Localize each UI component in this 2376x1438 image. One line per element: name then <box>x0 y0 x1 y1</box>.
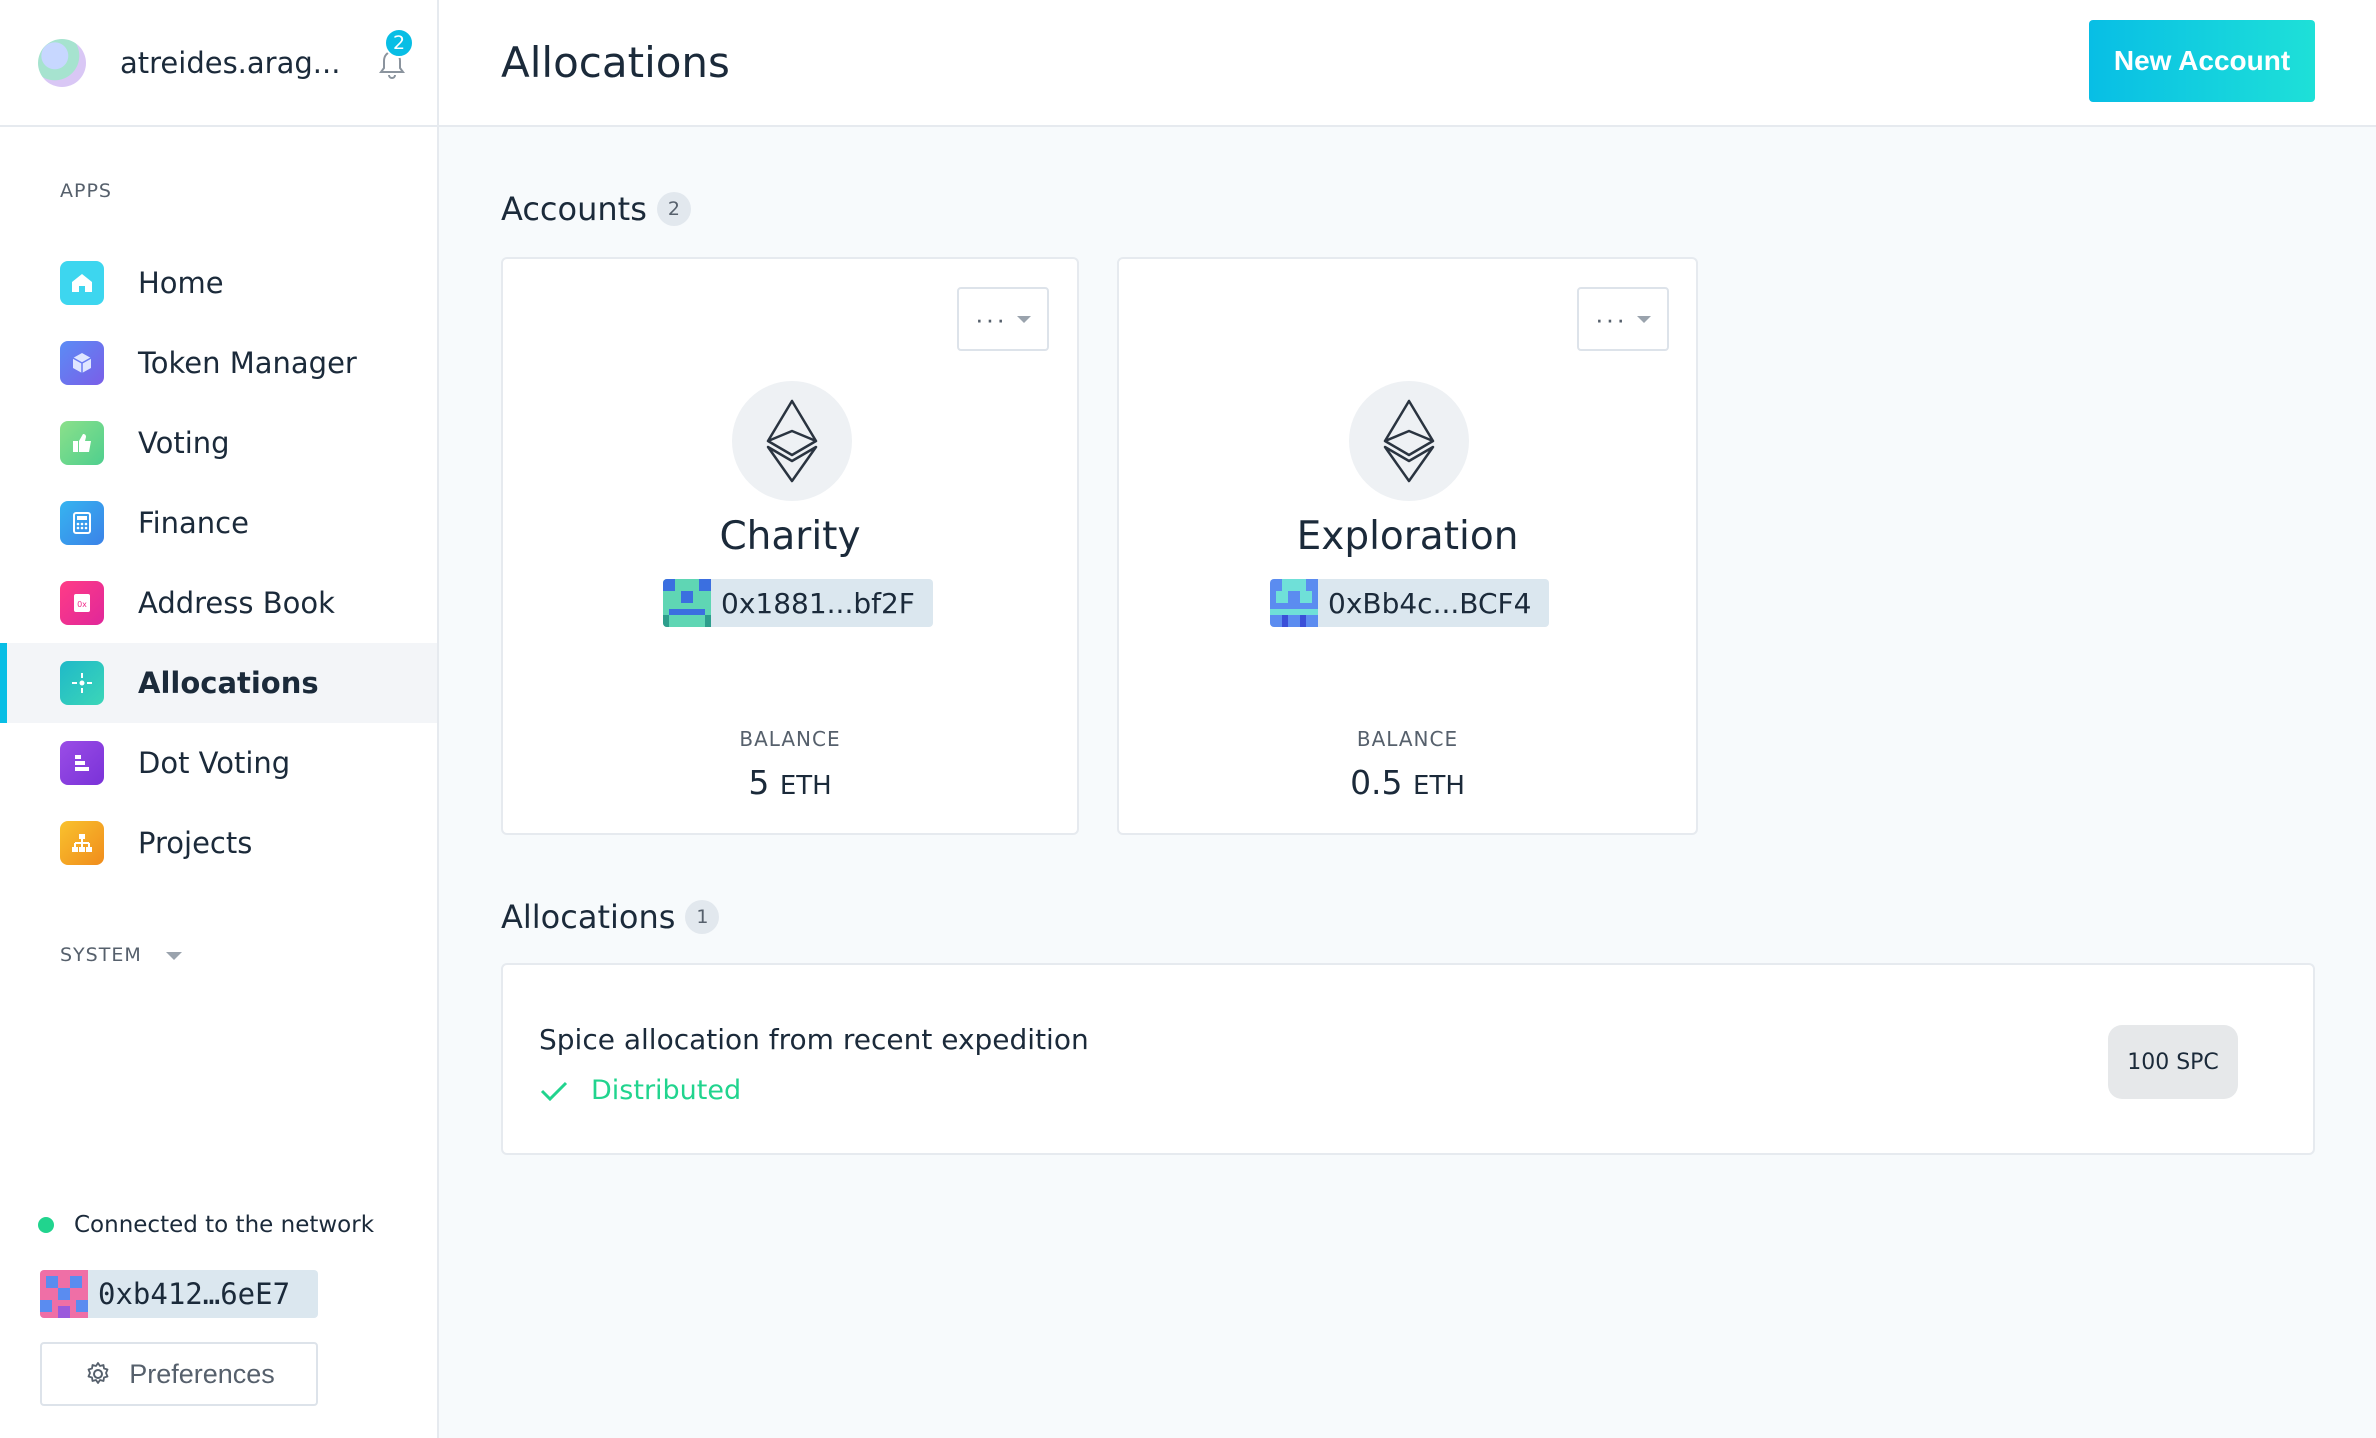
account-identicon-icon <box>663 579 711 627</box>
org-name: atreides.arag... <box>120 45 341 80</box>
sidebar-item-label: Voting <box>138 426 230 460</box>
sidebar-item-label: Projects <box>138 826 253 860</box>
svg-text:0x: 0x <box>77 600 87 609</box>
connected-account-badge[interactable]: 0xb412…6eE7 <box>40 1270 318 1318</box>
sidebar-item-label: Allocations <box>138 666 319 700</box>
balance-amount: 5 <box>748 763 770 802</box>
account-name: Exploration <box>1296 514 1519 559</box>
org-header[interactable]: atreides.arag... 2 <box>0 0 437 127</box>
caret-down-icon <box>1636 315 1651 323</box>
account-address-badge[interactable]: 0x1881...bf2F <box>663 579 933 627</box>
status-dot-icon <box>38 1217 54 1233</box>
calculator-icon <box>60 501 104 545</box>
balance-label: BALANCE <box>1356 727 1459 751</box>
account-card-exploration: ··· Exploration 0xBb4c...BCF4 BALANCE 0.… <box>1117 257 1698 835</box>
ethereum-icon <box>1349 381 1469 501</box>
account-identicon-icon <box>1270 579 1318 627</box>
preferences-button[interactable]: Preferences <box>40 1342 318 1406</box>
new-account-button[interactable]: New Account <box>2089 20 2315 102</box>
allocations-heading: Allocations 1 <box>501 898 720 936</box>
dot-voting-icon <box>60 741 104 785</box>
account-address-badge[interactable]: 0xBb4c...BCF4 <box>1270 579 1550 627</box>
system-section-toggle[interactable]: SYSTEM <box>60 944 182 966</box>
allocation-status-text: Distributed <box>591 1075 742 1106</box>
network-status-text: Connected to the network <box>74 1212 375 1238</box>
app-nav: Home Token Manager Voting Finance 0x Add… <box>0 243 437 883</box>
projects-icon <box>60 821 104 865</box>
balance-label: BALANCE <box>739 727 841 751</box>
sidebar-item-projects[interactable]: Projects <box>0 803 437 883</box>
allocation-status: Distributed <box>539 1075 741 1106</box>
allocation-amount-badge: 100 SPC <box>2108 1025 2238 1099</box>
chevron-down-icon <box>165 951 182 960</box>
sidebar-item-address-book[interactable]: 0x Address Book <box>0 563 437 643</box>
account-card-charity: ··· Charity 0x1881...bf2F BALANCE 5 ETH <box>501 257 1079 835</box>
connected-account-address: 0xb412…6eE7 <box>98 1277 291 1311</box>
allocations-icon <box>60 661 104 705</box>
apps-section-label: APPS <box>60 180 112 202</box>
notification-badge: 2 <box>384 28 414 58</box>
sidebar-item-label: Home <box>138 266 224 300</box>
preferences-label: Preferences <box>129 1358 275 1389</box>
gear-icon <box>87 1362 109 1384</box>
system-section-label: SYSTEM <box>60 944 142 966</box>
balance-unit: ETH <box>779 771 832 801</box>
sidebar-item-label: Dot Voting <box>138 746 291 780</box>
check-icon <box>540 1081 568 1101</box>
account-menu-button[interactable]: ··· <box>957 287 1049 351</box>
account-identicon-icon <box>40 1270 88 1318</box>
account-menu-button[interactable]: ··· <box>1577 287 1669 351</box>
ellipsis-icon: ··· <box>1595 303 1627 334</box>
sidebar-item-home[interactable]: Home <box>0 243 437 323</box>
accounts-heading-text: Accounts <box>501 190 647 228</box>
sidebar-item-finance[interactable]: Finance <box>0 483 437 563</box>
accounts-heading: Accounts 2 <box>501 190 691 228</box>
caret-down-icon <box>1016 315 1031 323</box>
sidebar-item-label: Token Manager <box>138 346 357 380</box>
cube-icon <box>60 341 104 385</box>
sidebar-item-label: Address Book <box>138 586 335 620</box>
balance-unit: ETH <box>1413 771 1465 801</box>
balance-amount: 0.5 <box>1350 763 1403 802</box>
sidebar-item-token-manager[interactable]: Token Manager <box>0 323 437 403</box>
account-address-text: 0xBb4c...BCF4 <box>1328 586 1532 620</box>
org-avatar <box>38 38 86 87</box>
page-title: Allocations <box>501 38 730 87</box>
sidebar: atreides.arag... 2 APPS Home Token Manag… <box>0 0 439 1438</box>
allocation-row[interactable]: Spice allocation from recent expedition … <box>501 963 2315 1155</box>
allocation-description: Spice allocation from recent expedition <box>539 1023 1089 1056</box>
top-bar: Allocations New Account <box>439 0 2376 127</box>
ellipsis-icon: ··· <box>975 303 1007 334</box>
sidebar-item-allocations[interactable]: Allocations <box>0 643 437 723</box>
account-name: Charity <box>719 514 861 559</box>
sidebar-item-label: Finance <box>138 506 249 540</box>
ethereum-icon <box>732 381 852 501</box>
sidebar-item-dot-voting[interactable]: Dot Voting <box>0 723 437 803</box>
network-status: Connected to the network <box>38 1212 374 1238</box>
address-book-icon: 0x <box>60 581 104 625</box>
sidebar-item-voting[interactable]: Voting <box>0 403 437 483</box>
account-address-text: 0x1881...bf2F <box>721 586 915 620</box>
allocations-count-badge: 1 <box>685 900 720 934</box>
thumbs-icon <box>60 421 104 465</box>
allocations-heading-text: Allocations <box>501 898 676 936</box>
balance-value: 5 ETH <box>503 763 1077 802</box>
home-icon <box>60 261 104 305</box>
accounts-count-badge: 2 <box>656 192 691 226</box>
balance-value: 0.5 ETH <box>1119 763 1696 802</box>
